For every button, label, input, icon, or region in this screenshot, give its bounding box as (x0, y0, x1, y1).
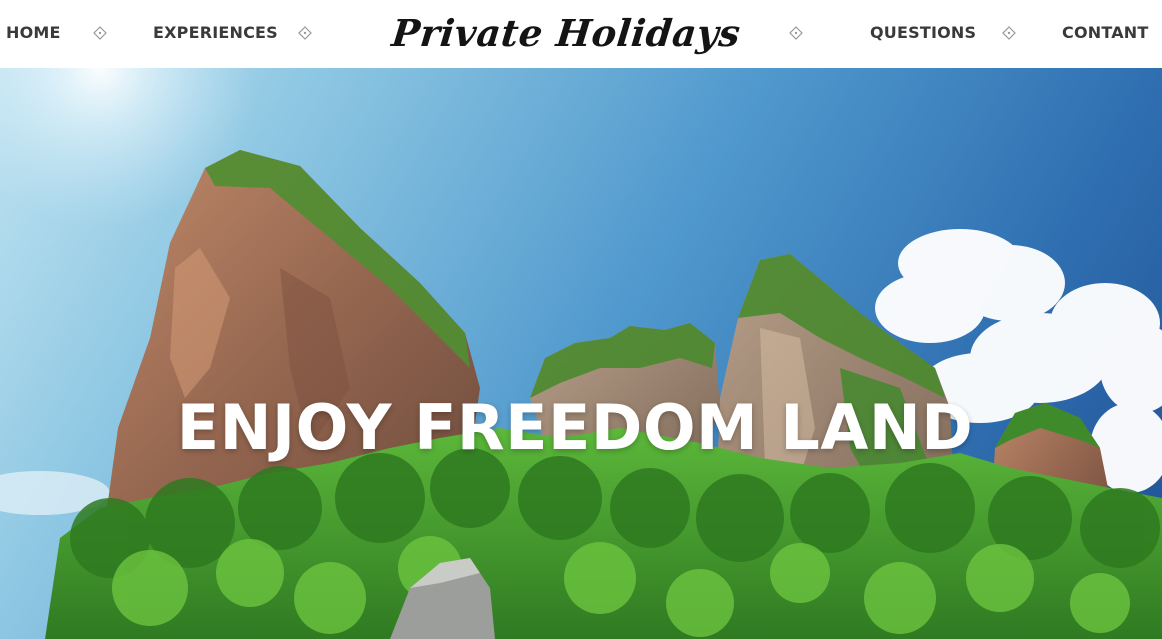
site-header: HOME EXPERIENCES Private Holidays QUESTI… (0, 0, 1162, 68)
nav-questions-link[interactable]: QUESTIONS (870, 22, 976, 44)
diamond-ornament-icon (93, 26, 107, 40)
nav-experiences-link[interactable]: EXPERIENCES (153, 22, 278, 44)
hero-headline: ENJOY FREEDOM LAND (176, 391, 974, 464)
diamond-ornament-icon (1002, 26, 1016, 40)
nav-contant-link[interactable]: CONTANT (1062, 22, 1149, 44)
diamond-ornament-icon (298, 26, 312, 40)
diamond-ornament-icon (789, 26, 803, 40)
brand-logo[interactable]: Private Holidays (389, 6, 743, 60)
hero-banner: ENJOY FREEDOM LAND (0, 68, 1162, 639)
nav-home-link[interactable]: HOME (6, 22, 61, 44)
hero-landscape-image (0, 68, 1162, 639)
